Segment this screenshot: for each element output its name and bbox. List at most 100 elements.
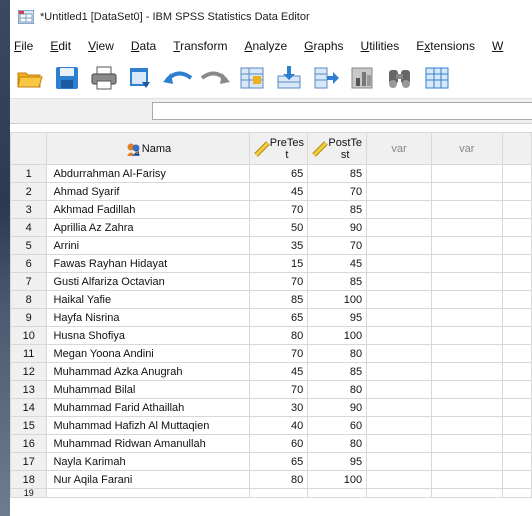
cell-var-1[interactable]	[366, 344, 432, 363]
cell-partial[interactable]	[501, 236, 532, 255]
cell-partial[interactable]	[501, 272, 532, 291]
menu-w[interactable]: W	[492, 39, 503, 53]
run-descriptives-icon[interactable]	[346, 62, 380, 94]
cell-pretest[interactable]: 40	[249, 416, 309, 435]
cell-partial[interactable]	[501, 470, 532, 489]
cell-nama[interactable]: Megan Yoona Andini	[46, 344, 251, 363]
cell-var-1[interactable]	[366, 308, 432, 327]
row-number[interactable]: 4	[9, 218, 48, 237]
cell-var-1[interactable]	[366, 164, 432, 183]
cell-var-2[interactable]	[430, 398, 503, 417]
cell-pretest[interactable]: 80	[249, 326, 309, 345]
empty-cell[interactable]	[307, 488, 368, 498]
empty-cell[interactable]	[366, 488, 432, 498]
cell-nama[interactable]: Muhammad Hafizh Al Muttaqien	[46, 416, 251, 435]
cell-pretest[interactable]: 45	[249, 362, 309, 381]
empty-cell[interactable]	[501, 488, 532, 498]
menu-analyze[interactable]: Analyze	[244, 39, 287, 53]
redo-icon[interactable]	[198, 62, 232, 94]
cell-partial[interactable]	[501, 254, 532, 273]
cell-partial[interactable]	[501, 326, 532, 345]
cell-var-2[interactable]	[430, 470, 503, 489]
row-number[interactable]: 10	[9, 326, 48, 345]
cell-partial[interactable]	[501, 200, 532, 219]
column-header-partial[interactable]	[501, 132, 532, 165]
row-number[interactable]: 15	[9, 416, 48, 435]
cell-var-2[interactable]	[430, 326, 503, 345]
cell-var-2[interactable]	[430, 236, 503, 255]
cell-pretest[interactable]: 15	[249, 254, 309, 273]
row-number[interactable]: 12	[9, 362, 48, 381]
open-folder-icon[interactable]	[13, 62, 47, 94]
title-bar[interactable]: *Untitled1 [DataSet0] - IBM SPSS Statist…	[10, 0, 532, 34]
row-number[interactable]: 6	[9, 254, 48, 273]
column-header-var-2[interactable]: var	[430, 132, 503, 165]
row-number[interactable]: 14	[9, 398, 48, 417]
cell-partial[interactable]	[501, 434, 532, 453]
row-number[interactable]: 2	[9, 182, 48, 201]
cell-var-1[interactable]	[366, 236, 432, 255]
menu-view[interactable]: View	[88, 39, 114, 53]
cell-posttest[interactable]: 100	[307, 470, 368, 489]
cell-posttest[interactable]: 100	[307, 290, 368, 309]
cell-partial[interactable]	[501, 218, 532, 237]
cell-pretest[interactable]: 70	[249, 380, 309, 399]
cell-partial[interactable]	[501, 452, 532, 471]
cell-nama[interactable]: Arrini	[46, 236, 251, 255]
row-number[interactable]: 18	[9, 470, 48, 489]
cell-partial[interactable]	[501, 182, 532, 201]
cell-posttest[interactable]: 95	[307, 308, 368, 327]
cell-nama[interactable]: Aprillia Az Zahra	[46, 218, 251, 237]
print-icon[interactable]	[87, 62, 121, 94]
row-number[interactable]: 11	[9, 344, 48, 363]
row-number[interactable]: 8	[9, 290, 48, 309]
cell-var-1[interactable]	[366, 290, 432, 309]
cell-partial[interactable]	[501, 290, 532, 309]
cell-nama[interactable]: Muhammad Farid Athaillah	[46, 398, 251, 417]
cell-var-1[interactable]	[366, 326, 432, 345]
insert-cases-icon[interactable]	[420, 62, 454, 94]
cell-partial[interactable]	[501, 362, 532, 381]
corner-cell[interactable]	[9, 132, 48, 165]
cell-pretest[interactable]: 65	[249, 452, 309, 471]
row-number[interactable]: 9	[9, 308, 48, 327]
cell-var-1[interactable]	[366, 398, 432, 417]
cell-partial[interactable]	[501, 164, 532, 183]
cell-pretest[interactable]: 45	[249, 182, 309, 201]
row-number[interactable]: 16	[9, 434, 48, 453]
cell-var-2[interactable]	[430, 380, 503, 399]
cell-nama[interactable]: Muhammad Ridwan Amanullah	[46, 434, 251, 453]
empty-cell[interactable]	[430, 488, 503, 498]
cell-posttest[interactable]: 85	[307, 164, 368, 183]
column-header-var-1[interactable]: var	[366, 132, 432, 165]
cell-posttest[interactable]: 90	[307, 218, 368, 237]
goto-variable-icon[interactable]	[272, 62, 306, 94]
cell-pretest[interactable]: 35	[249, 236, 309, 255]
cell-nama[interactable]: Muhammad Azka Anugrah	[46, 362, 251, 381]
cell-posttest[interactable]: 70	[307, 182, 368, 201]
cell-pretest[interactable]: 60	[249, 434, 309, 453]
cell-var-1[interactable]	[366, 182, 432, 201]
cell-partial[interactable]	[501, 380, 532, 399]
cell-posttest[interactable]: 80	[307, 380, 368, 399]
cell-var-2[interactable]	[430, 362, 503, 381]
cell-var-2[interactable]	[430, 164, 503, 183]
variables-icon[interactable]	[309, 62, 343, 94]
cell-pretest[interactable]: 70	[249, 272, 309, 291]
cell-pretest[interactable]: 65	[249, 308, 309, 327]
cell-var-1[interactable]	[366, 254, 432, 273]
dialog-recall-icon[interactable]	[124, 62, 158, 94]
cell-posttest[interactable]: 60	[307, 416, 368, 435]
cell-partial[interactable]	[501, 308, 532, 327]
cell-posttest[interactable]: 85	[307, 272, 368, 291]
cell-pretest[interactable]: 50	[249, 218, 309, 237]
cell-posttest[interactable]: 95	[307, 452, 368, 471]
row-number[interactable]: 1	[9, 164, 48, 183]
cell-var-2[interactable]	[430, 434, 503, 453]
cell-posttest[interactable]: 90	[307, 398, 368, 417]
menu-utilities[interactable]: Utilities	[361, 39, 400, 53]
cell-var-1[interactable]	[366, 200, 432, 219]
cell-nama[interactable]: Fawas Rayhan Hidayat	[46, 254, 251, 273]
cell-nama[interactable]: Ahmad Syarif	[46, 182, 251, 201]
cell-posttest[interactable]: 100	[307, 326, 368, 345]
